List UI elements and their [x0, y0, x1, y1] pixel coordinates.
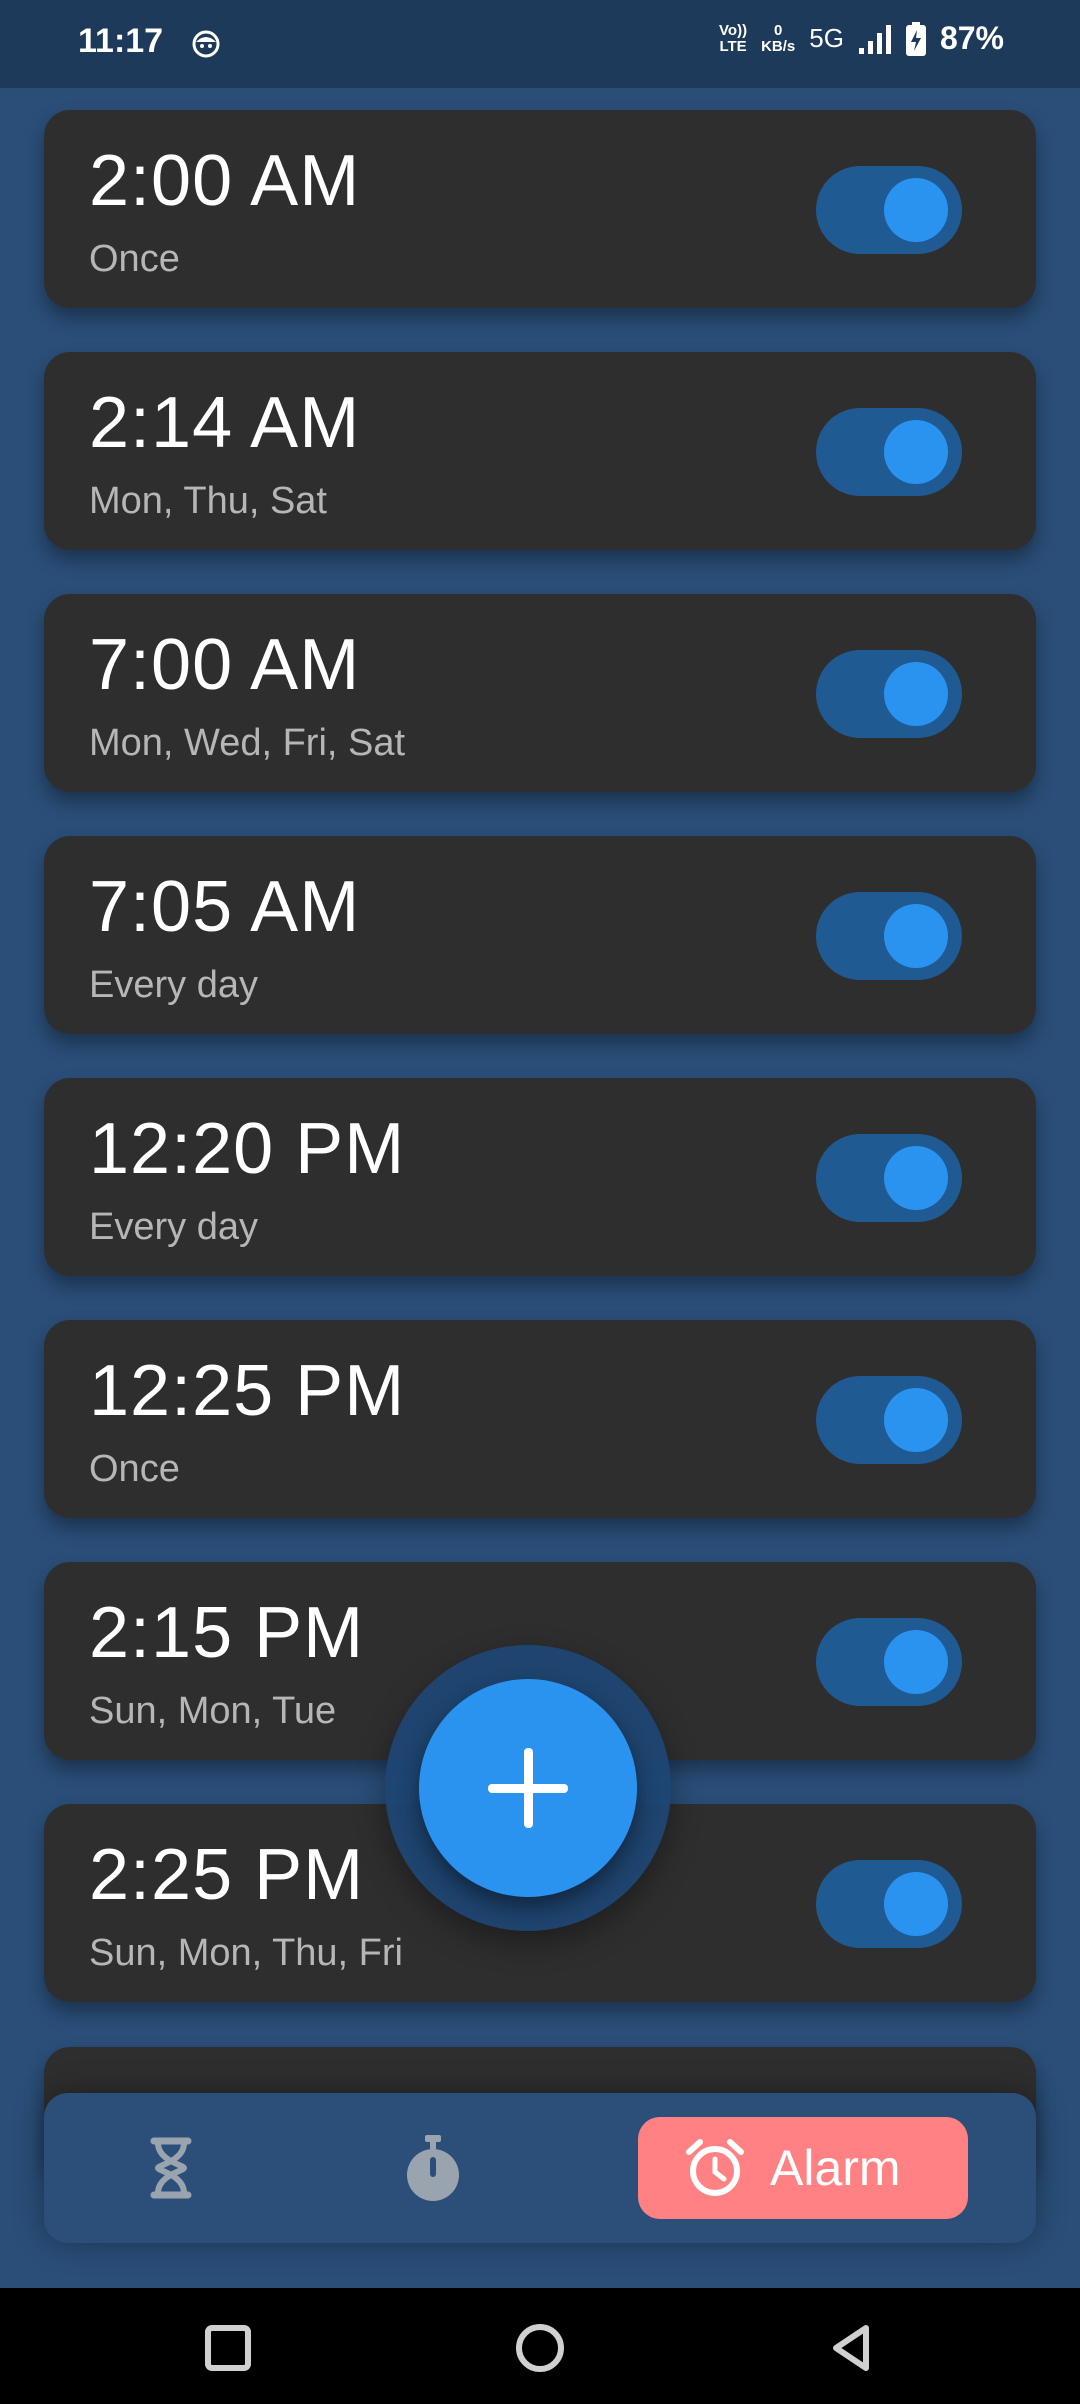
- toggle-knob: [884, 1146, 948, 1210]
- alarm-repeat-days: Once: [89, 1448, 180, 1490]
- network-speed-value: 0: [774, 21, 783, 39]
- alarm-enable-toggle[interactable]: [816, 650, 962, 738]
- alarm-enable-toggle[interactable]: [816, 892, 962, 980]
- alarm-card[interactable]: 12:25 PM Once: [44, 1320, 1036, 1518]
- notification-app-icon: [192, 30, 220, 58]
- alarm-repeat-days: Every day: [89, 964, 258, 1006]
- alarm-repeat-days: Mon, Thu, Sat: [89, 480, 327, 522]
- network-type: 5G: [809, 23, 844, 53]
- alarm-enable-toggle[interactable]: [816, 166, 962, 254]
- alarm-repeat-days: Mon, Wed, Fri, Sat: [89, 722, 406, 764]
- stopwatch-icon[interactable]: [398, 2133, 468, 2203]
- alarm-time: 2:25 PM: [89, 1835, 365, 1915]
- toggle-knob: [884, 662, 948, 726]
- alarm-repeat-days: Sun, Mon, Thu, Fri: [89, 1932, 403, 1974]
- toggle-knob: [884, 904, 948, 968]
- alarm-tab-label: Alarm: [770, 2140, 901, 2196]
- alarm-card[interactable]: 7:00 AM Mon, Wed, Fri, Sat: [44, 594, 1036, 792]
- alarm-enable-toggle[interactable]: [816, 1860, 962, 1948]
- back-icon[interactable]: [822, 2318, 882, 2378]
- toggle-knob: [884, 1872, 948, 1936]
- home-icon[interactable]: [510, 2318, 570, 2378]
- alarm-enable-toggle[interactable]: [816, 1618, 962, 1706]
- network-speed: 0 KB/s: [761, 21, 796, 55]
- toggle-knob: [884, 1388, 948, 1452]
- hourglass-icon[interactable]: [136, 2133, 206, 2203]
- alarm-repeat-days: Every day: [89, 1206, 258, 1248]
- toggle-knob: [884, 178, 948, 242]
- alarm-enable-toggle[interactable]: [816, 1376, 962, 1464]
- alarm-repeat-days: Once: [89, 238, 180, 280]
- system-navigation-bar: [0, 2288, 1080, 2404]
- alarm-time: 12:25 PM: [89, 1351, 406, 1431]
- add-alarm-button[interactable]: [419, 1679, 637, 1897]
- status-indicators: Vo)) LTE 0 KB/s 5G 87%: [719, 20, 1004, 57]
- volte-indicator: Vo)) LTE: [719, 21, 748, 55]
- plus-icon: [488, 1748, 568, 1828]
- battery-charging-icon: [905, 21, 926, 56]
- alarm-time: 2:00 AM: [89, 141, 361, 221]
- alarm-card[interactable]: 2:14 AM Mon, Thu, Sat: [44, 352, 1036, 550]
- alarm-clock-icon: [686, 2139, 744, 2196]
- alarm-repeat-days: Sun, Mon, Tue: [89, 1690, 337, 1732]
- alarm-enable-toggle[interactable]: [816, 1134, 962, 1222]
- alarm-enable-toggle[interactable]: [816, 408, 962, 496]
- toggle-knob: [884, 1630, 948, 1694]
- alarm-time: 2:15 PM: [89, 1593, 365, 1673]
- alarm-card[interactable]: 2:00 AM Once: [44, 110, 1036, 308]
- alarm-tab[interactable]: Alarm: [638, 2117, 968, 2219]
- network-speed-unit: KB/s: [761, 37, 796, 55]
- alarm-time: 12:20 PM: [89, 1109, 406, 1189]
- toggle-knob: [884, 420, 948, 484]
- recents-icon[interactable]: [198, 2318, 258, 2378]
- alarm-card[interactable]: 7:05 AM Every day: [44, 836, 1036, 1034]
- volte-bottom-text: LTE: [719, 37, 747, 55]
- bottom-navigation: Alarm: [44, 2093, 1036, 2243]
- alarm-time: 2:14 AM: [89, 383, 361, 463]
- battery-percent: 87%: [939, 20, 1004, 56]
- status-bar: 11:17 Vo)) LTE 0 KB/s 5G 87%: [0, 0, 1080, 88]
- alarm-time: 7:05 AM: [89, 867, 361, 947]
- alarm-time: 7:00 AM: [89, 625, 361, 705]
- volte-top-text: Vo)): [719, 21, 748, 39]
- alarm-card[interactable]: 12:20 PM Every day: [44, 1078, 1036, 1276]
- status-time: 11:17: [78, 22, 164, 60]
- signal-icon: [858, 24, 891, 54]
